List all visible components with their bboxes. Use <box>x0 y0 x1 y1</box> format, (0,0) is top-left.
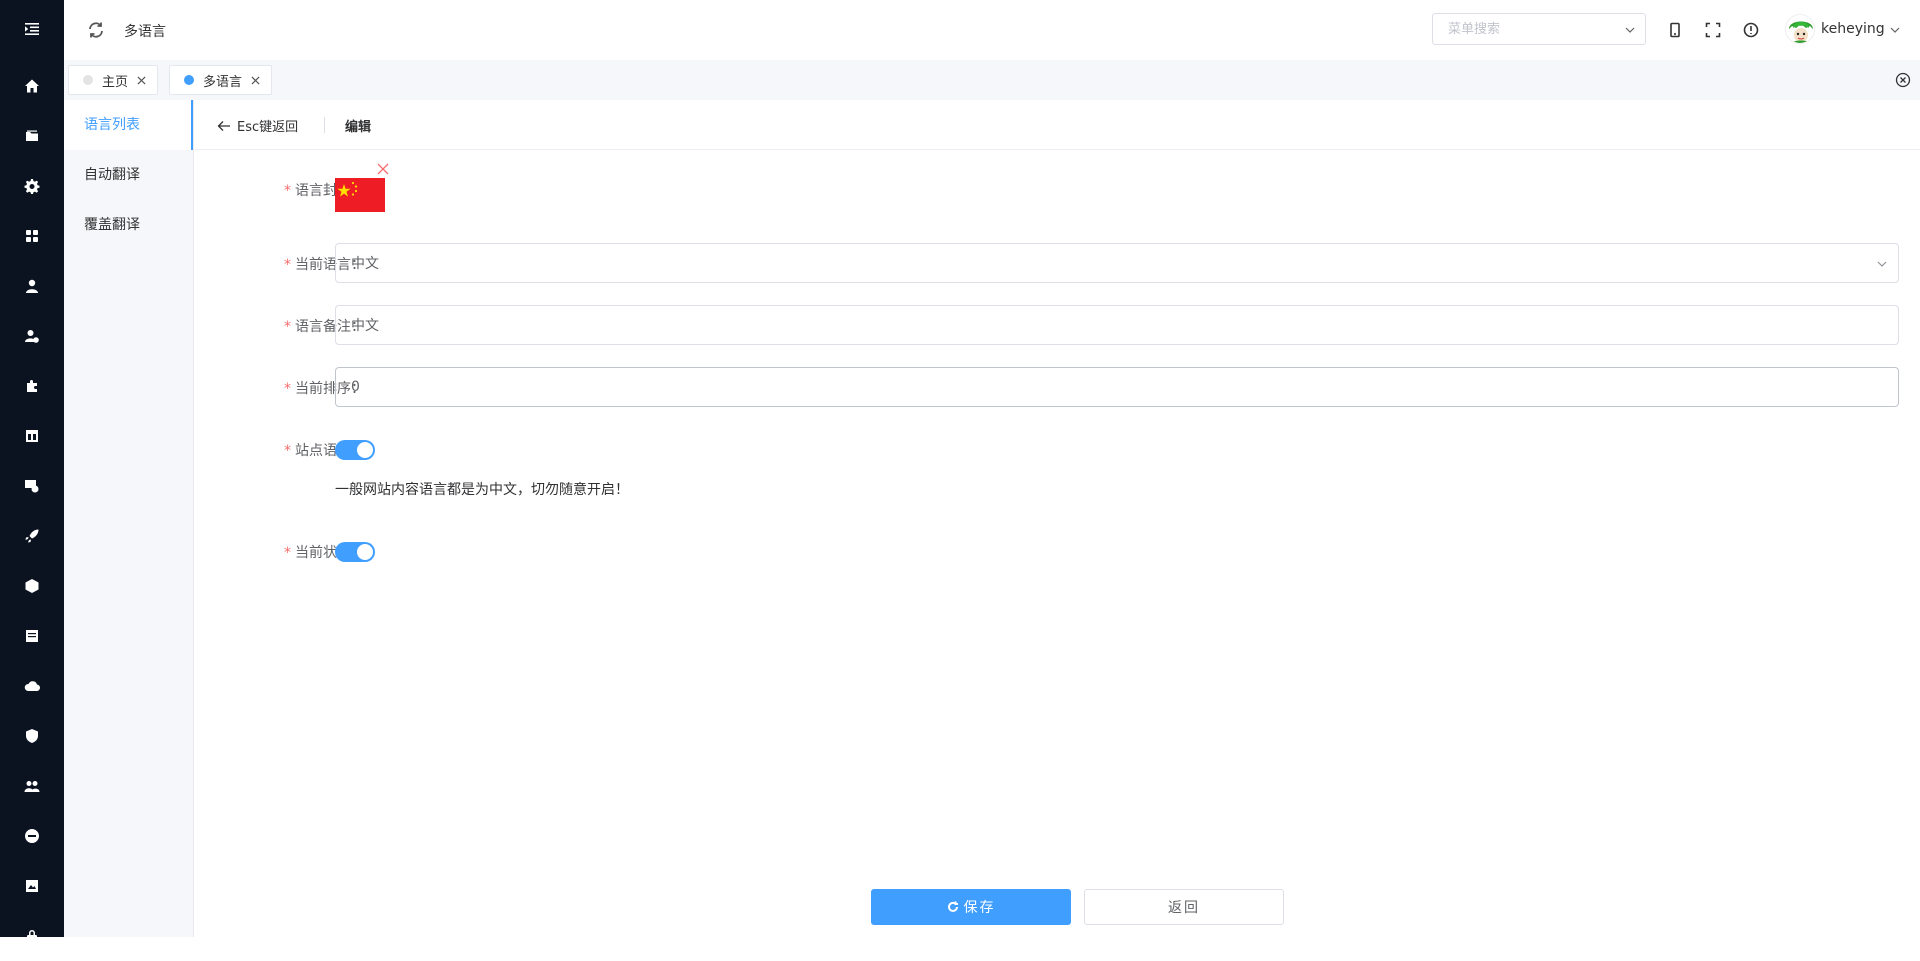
back-link[interactable]: Esc键返回 <box>217 116 298 135</box>
language-select[interactable]: 中文 <box>335 243 1899 283</box>
menu-search-input[interactable] <box>1448 14 1618 44</box>
sort-input[interactable]: 0 <box>335 367 1899 407</box>
china-flag-image[interactable] <box>335 178 385 212</box>
folder-icon[interactable] <box>0 111 64 161</box>
lock-icon[interactable] <box>0 911 64 961</box>
chevron-down-icon <box>1624 24 1636 36</box>
username[interactable]: keheying <box>1821 21 1885 37</box>
chevron-down-icon <box>1876 258 1888 270</box>
close-icon[interactable] <box>135 74 147 86</box>
divider <box>324 117 325 133</box>
subnav-item-override-translate[interactable]: 覆盖翻译 <box>64 200 193 250</box>
avatar[interactable] <box>1785 14 1815 44</box>
top-header: 多语言 keheying <box>64 0 1920 60</box>
main-content: Esc键返回 编辑 *语言封面： *当前语言： 中文 *语言备注： 中文 *当前… <box>195 100 1920 937</box>
remark-input-value: 中文 <box>351 315 379 335</box>
back-label: Esc键返回 <box>237 116 298 135</box>
document-icon[interactable] <box>0 611 64 661</box>
gear-icon[interactable] <box>0 161 64 211</box>
info-circle-icon[interactable] <box>1741 20 1761 40</box>
subnav-item-language-list[interactable]: 语言列表 <box>64 100 193 150</box>
image-icon[interactable] <box>0 461 64 511</box>
site-language-toggle[interactable] <box>335 440 375 460</box>
user-icon[interactable] <box>0 261 64 311</box>
home-icon[interactable] <box>0 61 64 111</box>
tab-label: 主页 <box>102 71 128 90</box>
plugin-icon[interactable] <box>0 361 64 411</box>
icon-rail <box>0 0 64 937</box>
apps-icon[interactable] <box>0 211 64 261</box>
tabs-bar: 主页 多语言 <box>64 60 1920 100</box>
close-icon[interactable] <box>249 74 261 86</box>
mobile-icon[interactable] <box>1665 20 1685 40</box>
refresh-icon[interactable] <box>86 20 106 40</box>
layout-icon[interactable] <box>0 411 64 461</box>
sub-navigation: 语言列表 自动翻译 覆盖翻译 <box>64 100 194 937</box>
page-header: Esc键返回 编辑 <box>195 100 1920 150</box>
remove-cover-icon[interactable] <box>376 162 390 176</box>
page-title: 多语言 <box>124 21 166 41</box>
toggle-knob <box>357 442 373 458</box>
toggle-knob <box>357 544 373 560</box>
minus-circle-icon[interactable] <box>0 811 64 861</box>
menu-fold-icon[interactable] <box>0 4 64 54</box>
tab-home[interactable]: 主页 <box>68 65 158 95</box>
user-settings-icon[interactable] <box>0 311 64 361</box>
subnav-item-auto-translate[interactable]: 自动翻译 <box>64 150 193 200</box>
page-header-title: 编辑 <box>345 116 371 135</box>
refresh-icon <box>947 901 959 913</box>
save-button-label: 保存 <box>964 897 996 917</box>
shield-icon[interactable] <box>0 711 64 761</box>
sort-input-value: 0 <box>351 379 360 395</box>
arrow-left-icon <box>217 119 231 133</box>
status-toggle[interactable] <box>335 542 375 562</box>
cube-icon[interactable] <box>0 561 64 611</box>
back-button[interactable]: 返回 <box>1084 889 1284 925</box>
remark-input[interactable]: 中文 <box>335 305 1899 345</box>
tab-label: 多语言 <box>203 71 242 90</box>
save-button[interactable]: 保存 <box>871 889 1071 925</box>
menu-search-select[interactable] <box>1432 13 1646 45</box>
site-language-hint: 一般网站内容语言都是为中文，切勿随意开启！ <box>335 479 629 499</box>
gallery-icon[interactable] <box>0 861 64 911</box>
cloud-upload-icon[interactable] <box>0 661 64 711</box>
fullscreen-icon[interactable] <box>1703 20 1723 40</box>
chevron-down-icon[interactable] <box>1889 24 1901 36</box>
tab-status-dot <box>83 75 93 85</box>
team-icon[interactable] <box>0 761 64 811</box>
tab-status-dot <box>184 75 194 85</box>
language-select-value: 中文 <box>351 253 379 273</box>
close-all-tabs-icon[interactable] <box>1894 71 1912 89</box>
back-button-label: 返回 <box>1168 897 1200 917</box>
rocket-icon[interactable] <box>0 511 64 561</box>
tab-multilanguage[interactable]: 多语言 <box>169 65 272 95</box>
